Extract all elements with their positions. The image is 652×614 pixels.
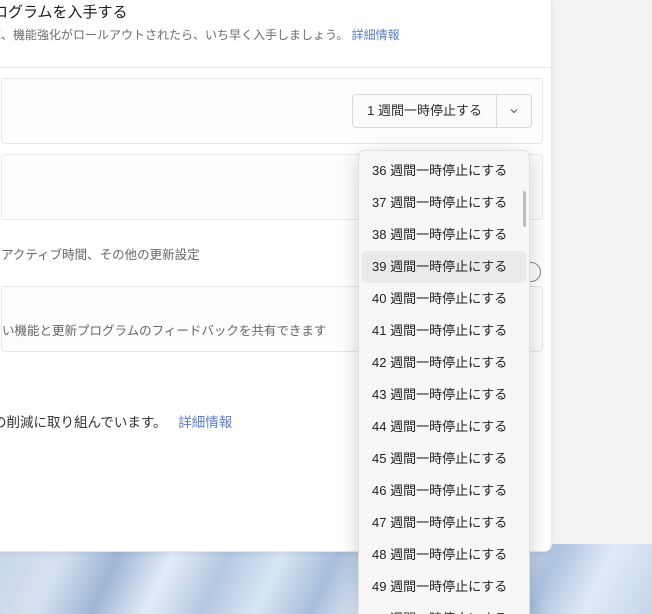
pause-duration-option[interactable]: 40 週間一時停止にする — [362, 283, 526, 315]
desktop-wallpaper — [0, 544, 652, 614]
pause-duration-menu: 36 週間一時停止にする37 週間一時停止にする38 週間一時停止にする39 週… — [358, 150, 530, 614]
insider-program-row: ゚ログラムを入手する E、機能強化がロールアウトされたら、いち早く入手しましょう… — [0, 0, 551, 68]
pause-duration-option[interactable]: 46 週間一時停止にする — [362, 475, 526, 507]
feedback-text: い機能と更新プログラムのフィードバックを共有できます — [2, 320, 326, 339]
carbon-footer-link[interactable]: 詳細情報 — [178, 415, 232, 430]
pause-duration-option[interactable]: 47 週間一時停止にする — [362, 507, 526, 539]
pause-duration-option[interactable]: 42 週間一時停止にする — [362, 347, 526, 379]
advanced-options-text: アクティブ時間、その他の更新設定 — [1, 244, 200, 263]
menu-scrollbar[interactable] — [523, 191, 526, 227]
pause-duration-selected: 1 週間一時停止する — [353, 95, 497, 127]
pause-duration-dropdown[interactable]: 1 週間一時停止する — [352, 94, 532, 128]
pause-duration-option[interactable]: 45 週間一時停止にする — [362, 443, 526, 475]
pause-duration-option[interactable]: 41 週間一時停止にする — [362, 315, 526, 347]
insider-program-subtext: E、機能強化がロールアウトされたら、いち早く入手しましょう。 — [0, 28, 348, 42]
pause-duration-option[interactable]: 38 週間一時停止にする — [362, 219, 526, 251]
pause-duration-option[interactable]: 36 週間一時停止にする — [362, 155, 526, 187]
pause-duration-option[interactable]: 39 週間一時停止にする — [362, 251, 526, 283]
carbon-footer-text: の削減に取り組んでいます。 — [0, 415, 166, 430]
insider-program-subtitle: E、機能強化がロールアウトされたら、いち早く入手しましょう。 詳細情報 — [0, 26, 539, 43]
chevron-down-icon — [497, 95, 531, 127]
pause-duration-option[interactable]: 37 週間一時停止にする — [362, 187, 526, 219]
insider-program-more-link[interactable]: 詳細情報 — [352, 28, 400, 42]
pause-duration-option[interactable]: 49 週間一時停止にする — [362, 571, 526, 603]
pause-duration-option[interactable]: 43 週間一時停止にする — [362, 379, 526, 411]
pause-updates-row: 1 週間一時停止する — [1, 78, 543, 144]
pause-duration-option[interactable]: 50 週間一時停止にする — [362, 603, 526, 614]
carbon-footer-note: の削減に取り組んでいます。 詳細情報 — [0, 411, 232, 431]
pause-duration-option[interactable]: 48 週間一時停止にする — [362, 539, 526, 571]
pause-duration-option[interactable]: 44 週間一時停止にする — [362, 411, 526, 443]
insider-program-title: ゚ログラムを入手する — [0, 1, 539, 22]
